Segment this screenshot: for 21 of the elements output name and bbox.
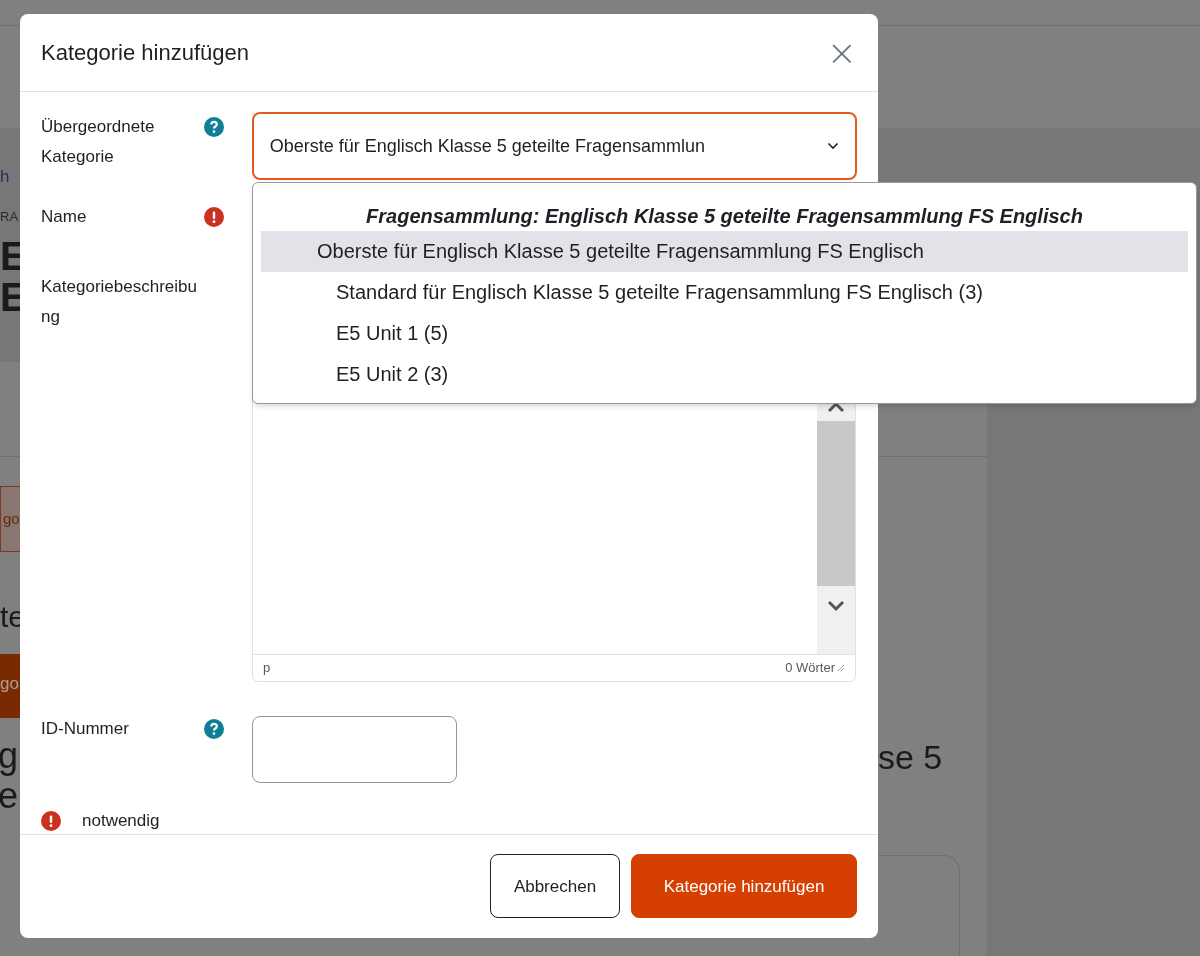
field-label: Name [41, 206, 88, 229]
category-select[interactable]: Oberste für Englisch Klasse 5 geteilte Fragensammlun [251, 112, 857, 181]
field-label: Übergeordnete Kategorie [41, 116, 156, 169]
background-text: se 5 [878, 740, 943, 774]
dialog-title: Kategorie hinzufügen [41, 39, 249, 68]
field-label: ID-Nummer [41, 718, 130, 741]
dropdown-option[interactable]: Oberste für Englisch Klasse 5 geteilte Fragensammlung FS Englisch [261, 231, 1188, 272]
background-text: g [0, 738, 19, 774]
background-text: e [0, 778, 19, 814]
word-count: 0 Wörter [785, 659, 835, 678]
cancel-button[interactable]: Abbrechen [490, 854, 620, 919]
option-group-heading: Fragensammlung: Englisch Klasse 5 geteilte Fragensammlung FS Englisch [365, 204, 1084, 229]
background-text: h [0, 168, 10, 185]
background-text: RA [0, 210, 19, 223]
close-button[interactable]: × [826, 34, 857, 71]
element-path: p [263, 659, 271, 678]
background-text: go [3, 511, 20, 526]
background-text: go [0, 675, 19, 692]
submit-button[interactable]: Kategorie hinzufügen [631, 854, 857, 919]
field-label: Kategoriebeschreibung [41, 276, 198, 329]
required-note: notwendig [82, 810, 160, 833]
